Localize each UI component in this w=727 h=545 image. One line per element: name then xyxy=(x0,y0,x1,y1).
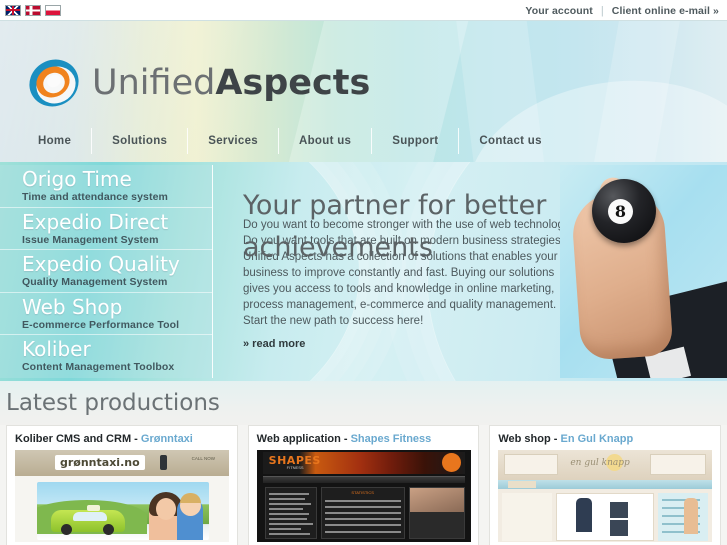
card-customer: Grønntaxi xyxy=(140,433,193,445)
thumb-cart-box xyxy=(650,454,707,475)
nav-item-support[interactable]: Support xyxy=(372,128,460,154)
flag-poland-icon[interactable] xyxy=(45,4,61,16)
gronntaxi-site-thumbnail[interactable]: grønntaxi.no CALL NOW xyxy=(15,450,229,542)
production-cards: Koliber CMS and CRM - Grønntaxi grønntax… xyxy=(0,425,727,545)
product-subtitle: Issue Management System xyxy=(22,233,159,246)
product-item-origo-time[interactable]: Origo Time Time and attendance system xyxy=(0,165,212,208)
nav-item-contact-us[interactable]: Contact us xyxy=(459,128,561,154)
production-card-shapes-fitness[interactable]: Web application - Shapes Fitness SHAPES … xyxy=(247,425,480,545)
shapes-fitness-app-thumbnail[interactable]: SHAPES FITNESS STATISTICS xyxy=(256,450,471,542)
hero-banner: Origo Time Time and attendance system Ex… xyxy=(0,162,727,381)
card-customer: Shapes Fitness xyxy=(350,433,432,445)
thumb-left-column xyxy=(264,487,317,539)
wordmark: UnifiedAspects xyxy=(92,62,371,103)
site-logo[interactable]: UnifiedAspects xyxy=(26,57,370,109)
card-separator: - xyxy=(131,433,141,445)
wordmark-light: Unified xyxy=(92,62,216,103)
nav-item-home[interactable]: Home xyxy=(18,128,93,154)
product-title: Koliber xyxy=(22,337,91,362)
swirl-logo-icon xyxy=(26,57,82,109)
client-online-email-link[interactable]: Client online e-mail » xyxy=(612,5,719,17)
language-flags xyxy=(0,4,61,16)
thumb-table-header: STATISTICS xyxy=(351,490,374,495)
section-title: Latest productions xyxy=(6,390,220,416)
product-title: Origo Time xyxy=(22,167,132,191)
thumb-logo: en gul knapp xyxy=(570,458,630,468)
eight-ball-icon: 8 xyxy=(592,179,656,243)
car-window xyxy=(73,512,107,521)
card-type: Koliber CMS and CRM xyxy=(15,433,132,445)
card-title: Web shop - En Gul Knapp xyxy=(498,433,712,445)
thumb-cta: CALL NOW xyxy=(191,456,215,461)
eight-ball-number: 8 xyxy=(608,199,633,224)
thumb-logo-sub: FITNESS xyxy=(286,465,304,470)
topbar-separator: | xyxy=(600,4,604,17)
product-title: Expedio Direct xyxy=(22,209,169,234)
taxi-roof-sign xyxy=(87,505,100,511)
phone-icon xyxy=(160,455,167,470)
flag-uk-icon[interactable] xyxy=(5,4,21,16)
read-more-link[interactable]: » read more xyxy=(243,338,305,350)
woman-face xyxy=(156,498,176,520)
flag-norway-icon[interactable] xyxy=(25,4,41,16)
card-type: Web application xyxy=(256,433,341,445)
thumb-right-column xyxy=(658,493,709,541)
nav-item-services[interactable]: Services xyxy=(188,128,279,154)
topbar-links: Your account | Client online e-mail » xyxy=(525,0,719,21)
thumb-left-column xyxy=(502,493,553,541)
product-title: Expedio Quality xyxy=(22,252,180,277)
thumb-login-box xyxy=(504,454,559,475)
card-title: Web application - Shapes Fitness xyxy=(257,433,471,445)
section-header: Latest productions xyxy=(0,381,727,425)
green-taxi-car xyxy=(51,505,125,535)
product-item-expedio-direct[interactable]: Expedio Direct Issue Management System xyxy=(0,208,212,251)
latest-productions-section: Latest productions Koliber CMS and CRM -… xyxy=(0,381,727,545)
child-model-light xyxy=(684,498,699,534)
car-wheel xyxy=(103,524,114,535)
nav-item-about-us[interactable]: About us xyxy=(279,128,373,154)
thumb-center-column xyxy=(556,493,655,541)
card-title: Koliber CMS and CRM - Grønntaxi xyxy=(15,433,229,445)
thumb-center-column: STATISTICS xyxy=(320,487,405,539)
child-hair xyxy=(180,493,201,503)
product-subtitle: E-commerce Performance Tool xyxy=(22,318,180,331)
product-clothing-1 xyxy=(610,502,629,518)
thumb-people-photo xyxy=(409,488,464,512)
product-item-web-shop[interactable]: Web Shop E-commerce Performance Tool xyxy=(0,293,212,336)
card-type: Web shop xyxy=(498,433,551,445)
nav-item-solutions[interactable]: Solutions xyxy=(92,128,189,154)
product-item-expedio-quality[interactable]: Expedio Quality Quality Management Syste… xyxy=(0,250,212,293)
product-list-sidebar: Origo Time Time and attendance system Ex… xyxy=(0,165,213,378)
thumb-round-badge xyxy=(441,453,461,472)
card-separator: - xyxy=(340,433,351,445)
product-title: Web Shop xyxy=(22,294,123,319)
car-wheel xyxy=(61,524,72,535)
main-navigation: Home Solutions Services About us Support… xyxy=(0,120,727,162)
product-subtitle: Content Management Toolbox xyxy=(22,361,175,374)
thumb-nav-tab xyxy=(508,481,537,488)
product-subtitle: Time and attendance system xyxy=(22,191,168,203)
top-bar: Your account | Client online e-mail » xyxy=(0,0,727,21)
thumb-navbar xyxy=(262,476,465,483)
wordmark-bold: Aspects xyxy=(215,62,371,103)
hero-paragraph: Do you want to become stronger with the … xyxy=(243,219,577,327)
thumb-logo: grønntaxi.no xyxy=(55,455,145,470)
production-card-gronntaxi[interactable]: Koliber CMS and CRM - Grønntaxi grønntax… xyxy=(6,425,238,545)
site-header: UnifiedAspects Home Solutions Services A… xyxy=(0,21,727,162)
card-customer: En Gul Knapp xyxy=(560,433,634,445)
your-account-link[interactable]: Your account xyxy=(525,5,593,17)
production-card-en-gul-knapp[interactable]: Web shop - En Gul Knapp en gul knapp xyxy=(489,425,722,545)
en-gul-knapp-shop-thumbnail[interactable]: en gul knapp xyxy=(498,450,713,542)
hand-holding-eight-ball-image: 8 xyxy=(560,165,727,378)
product-clothing-2 xyxy=(610,520,629,536)
child-model-dark xyxy=(576,498,593,532)
product-subtitle: Quality Management System xyxy=(22,276,168,289)
thumb-hero-photo xyxy=(37,482,209,540)
product-item-koliber[interactable]: Koliber Content Management Toolbox xyxy=(0,335,212,378)
